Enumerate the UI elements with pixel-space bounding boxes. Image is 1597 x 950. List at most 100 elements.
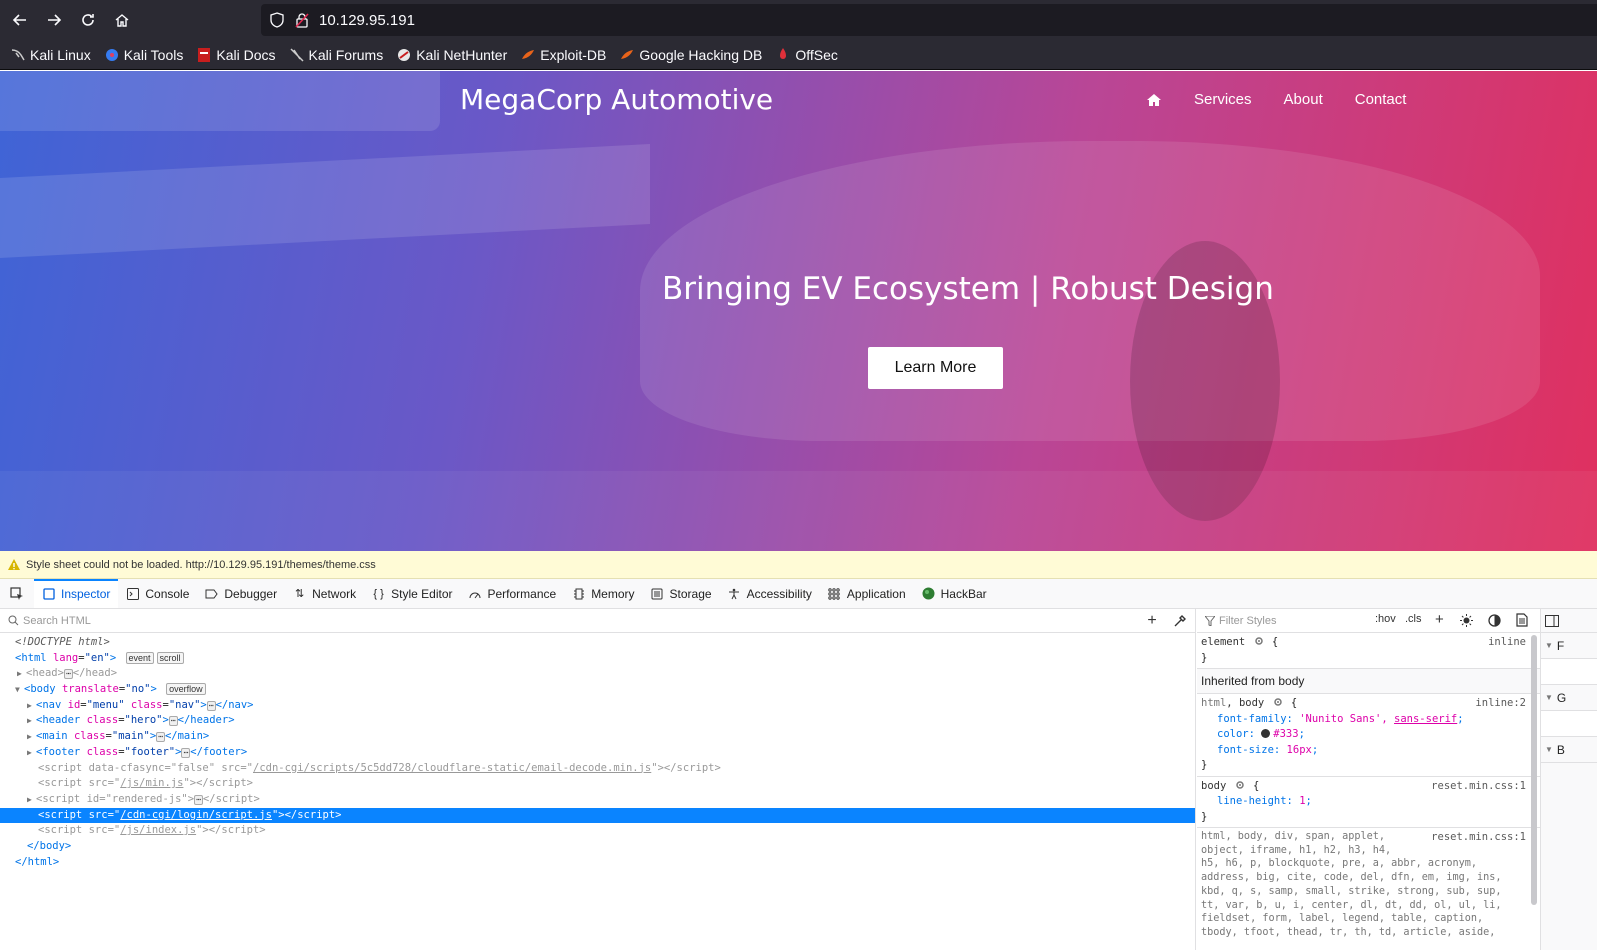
- rule-source[interactable]: inline:2: [1475, 696, 1526, 712]
- script-src-link[interactable]: /js/index.js: [120, 824, 196, 836]
- collapse-icon[interactable]: ▼: [1545, 693, 1553, 702]
- bookmark-offsec[interactable]: OffSec: [775, 47, 838, 63]
- url-bar[interactable]: 10.129.95.191: [261, 4, 1597, 36]
- expand-icon[interactable]: ▶: [27, 698, 36, 714]
- side-section-flex[interactable]: ▼ F: [1541, 633, 1597, 659]
- collapsed-ellipsis[interactable]: ⋯: [181, 747, 191, 758]
- tab-performance[interactable]: Performance: [460, 579, 564, 608]
- markup-script-rendered-node[interactable]: ▶ <script id="rendered-js"> ⋯ </script>: [0, 792, 1195, 808]
- script-src-link[interactable]: /cdn-cgi/login/script.js: [120, 809, 272, 821]
- font-family-generic[interactable]: sans-serif: [1394, 713, 1457, 725]
- expand-icon[interactable]: ▶: [27, 713, 36, 729]
- url-text[interactable]: 10.129.95.191: [319, 12, 415, 29]
- forward-icon[interactable]: [40, 6, 68, 34]
- side-section-grid[interactable]: ▼ G: [1541, 685, 1597, 711]
- light-scheme-icon[interactable]: [1460, 614, 1473, 627]
- filter-styles-input[interactable]: Filter Styles: [1219, 615, 1276, 627]
- expand-icon[interactable]: ▶: [27, 792, 36, 808]
- add-node-icon[interactable]: +: [1144, 613, 1160, 629]
- tab-accessibility[interactable]: Accessibility: [720, 579, 820, 608]
- markup-script-index-node[interactable]: <script src="/js/index.js"></script>: [0, 823, 1195, 839]
- markup-doctype[interactable]: <!DOCTYPE html>: [0, 635, 1195, 651]
- reload-icon[interactable]: [74, 6, 102, 34]
- expand-icon[interactable]: ▶: [17, 666, 26, 682]
- collapsed-ellipsis[interactable]: ⋯: [168, 716, 178, 727]
- tab-storage[interactable]: Storage: [643, 579, 720, 608]
- home-icon[interactable]: [1146, 92, 1162, 108]
- markup-footer-node[interactable]: ▶ <footer class="footer"> ⋯ </footer>: [0, 745, 1195, 761]
- bookmark-kali-nethunter[interactable]: Kali NetHunter: [396, 47, 507, 63]
- markup-html-close[interactable]: </html>: [0, 855, 1195, 871]
- decl-line-height[interactable]: line-height: 1;: [1201, 794, 1536, 810]
- bookmark-kali-linux[interactable]: Kali Linux: [10, 47, 91, 63]
- menu-link-about[interactable]: About: [1284, 91, 1323, 108]
- tab-console[interactable]: Console: [118, 579, 197, 608]
- search-html-input[interactable]: Search HTML: [23, 615, 91, 627]
- collapse-icon[interactable]: ▼: [1545, 641, 1553, 650]
- markup-main-node[interactable]: ▶ <main class="main"> ⋯ </main>: [0, 729, 1195, 745]
- element-picker-icon[interactable]: [0, 579, 34, 608]
- markup-script-min-node[interactable]: <script src="/js/min.js"></script>: [0, 776, 1195, 792]
- expand-icon[interactable]: ▶: [27, 745, 36, 761]
- tab-application[interactable]: Application: [820, 579, 914, 608]
- gear-icon[interactable]: [1254, 636, 1264, 646]
- rules-scrollbar[interactable]: [1531, 635, 1537, 905]
- markup-head-node[interactable]: ▶ <head> ⋯ </head>: [0, 666, 1195, 682]
- cls-toggle[interactable]: .cls: [1405, 613, 1422, 625]
- markup-body-node[interactable]: ▼ <body translate="no"> overflow: [0, 682, 1195, 698]
- hov-toggle[interactable]: :hov: [1375, 613, 1396, 625]
- tracking-shield-icon[interactable]: [269, 12, 285, 28]
- learn-more-button[interactable]: Learn More: [868, 347, 1003, 389]
- tab-style-editor[interactable]: { } Style Editor: [364, 579, 460, 608]
- decl-font-family[interactable]: font-family: 'Nunito Sans', sans-serif;: [1201, 712, 1536, 728]
- script-src-link[interactable]: /js/min.js: [120, 777, 183, 789]
- markup-html-node[interactable]: <html lang="en"> event scroll: [0, 651, 1195, 667]
- markup-body-close[interactable]: </body>: [0, 839, 1195, 855]
- event-badge[interactable]: event: [125, 651, 154, 664]
- rule-source[interactable]: reset.min.css:1: [1431, 779, 1526, 795]
- rule-source[interactable]: reset.min.css:1: [1431, 830, 1526, 846]
- gear-icon[interactable]: [1273, 697, 1283, 707]
- decl-color[interactable]: color: #333;: [1201, 727, 1536, 743]
- tab-network[interactable]: ⇅ Network: [285, 579, 364, 608]
- bookmark-google-hacking-db[interactable]: Google Hacking DB: [619, 47, 762, 63]
- rule-source[interactable]: inline: [1488, 635, 1526, 651]
- home-icon[interactable]: [108, 6, 136, 34]
- markup-header-node[interactable]: ▶ <header class="hero"> ⋯ </header>: [0, 713, 1195, 729]
- bookmark-kali-tools[interactable]: Kali Tools: [104, 47, 183, 63]
- side-section-box-model[interactable]: ▼ B: [1541, 737, 1597, 763]
- script-src-link[interactable]: /cdn-cgi/scripts/5c5dd728/cloudflare-sta…: [253, 762, 651, 774]
- markup-script-login-node[interactable]: <script src="/cdn-cgi/login/script.js"><…: [0, 807, 1195, 824]
- dark-scheme-icon[interactable]: [1488, 614, 1501, 627]
- back-icon[interactable]: [6, 6, 34, 34]
- scroll-badge[interactable]: scroll: [156, 651, 184, 664]
- rule-html-body-inline[interactable]: html, body { font-family: 'Nunito Sans',…: [1197, 694, 1540, 777]
- tab-memory[interactable]: Memory: [564, 579, 642, 608]
- insecure-lock-icon[interactable]: [295, 12, 309, 28]
- markup-script-cf-node[interactable]: <script data-cfasync="false" src="/cdn-c…: [0, 761, 1195, 777]
- overflow-badge[interactable]: overflow: [166, 683, 206, 696]
- expand-icon[interactable]: ▶: [27, 729, 36, 745]
- rule-reset-list[interactable]: html, body, div, span, applet, object, i…: [1197, 828, 1540, 948]
- bookmark-exploit-db[interactable]: Exploit-DB: [520, 47, 606, 63]
- add-rule-icon[interactable]: +: [1435, 611, 1444, 628]
- collapse-icon[interactable]: ▼: [1545, 745, 1553, 754]
- gear-icon[interactable]: [1235, 780, 1245, 790]
- eyedropper-icon[interactable]: [1172, 613, 1188, 629]
- collapse-icon[interactable]: ▼: [15, 682, 24, 698]
- rule-element[interactable]: element { } inline: [1197, 633, 1540, 669]
- collapsed-ellipsis[interactable]: ⋯: [156, 732, 165, 743]
- toggle-sidebar-icon[interactable]: [1541, 609, 1597, 633]
- decl-font-size[interactable]: font-size: 16px;: [1201, 743, 1536, 759]
- bookmark-kali-forums[interactable]: Kali Forums: [289, 47, 383, 63]
- menu-link-services[interactable]: Services: [1194, 91, 1252, 108]
- site-brand[interactable]: MegaCorp Automotive: [460, 83, 773, 116]
- collapsed-ellipsis[interactable]: ⋯: [206, 700, 216, 711]
- menu-link-contact[interactable]: Contact: [1355, 91, 1407, 108]
- tab-hackbar[interactable]: HackBar: [914, 579, 995, 608]
- collapsed-ellipsis[interactable]: ⋯: [63, 669, 73, 680]
- color-swatch[interactable]: [1261, 729, 1271, 738]
- print-simulation-icon[interactable]: [1516, 613, 1528, 627]
- tab-debugger[interactable]: Debugger: [197, 579, 285, 608]
- markup-nav-node[interactable]: ▶ <nav id="menu" class="nav"> ⋯ </nav>: [0, 698, 1195, 714]
